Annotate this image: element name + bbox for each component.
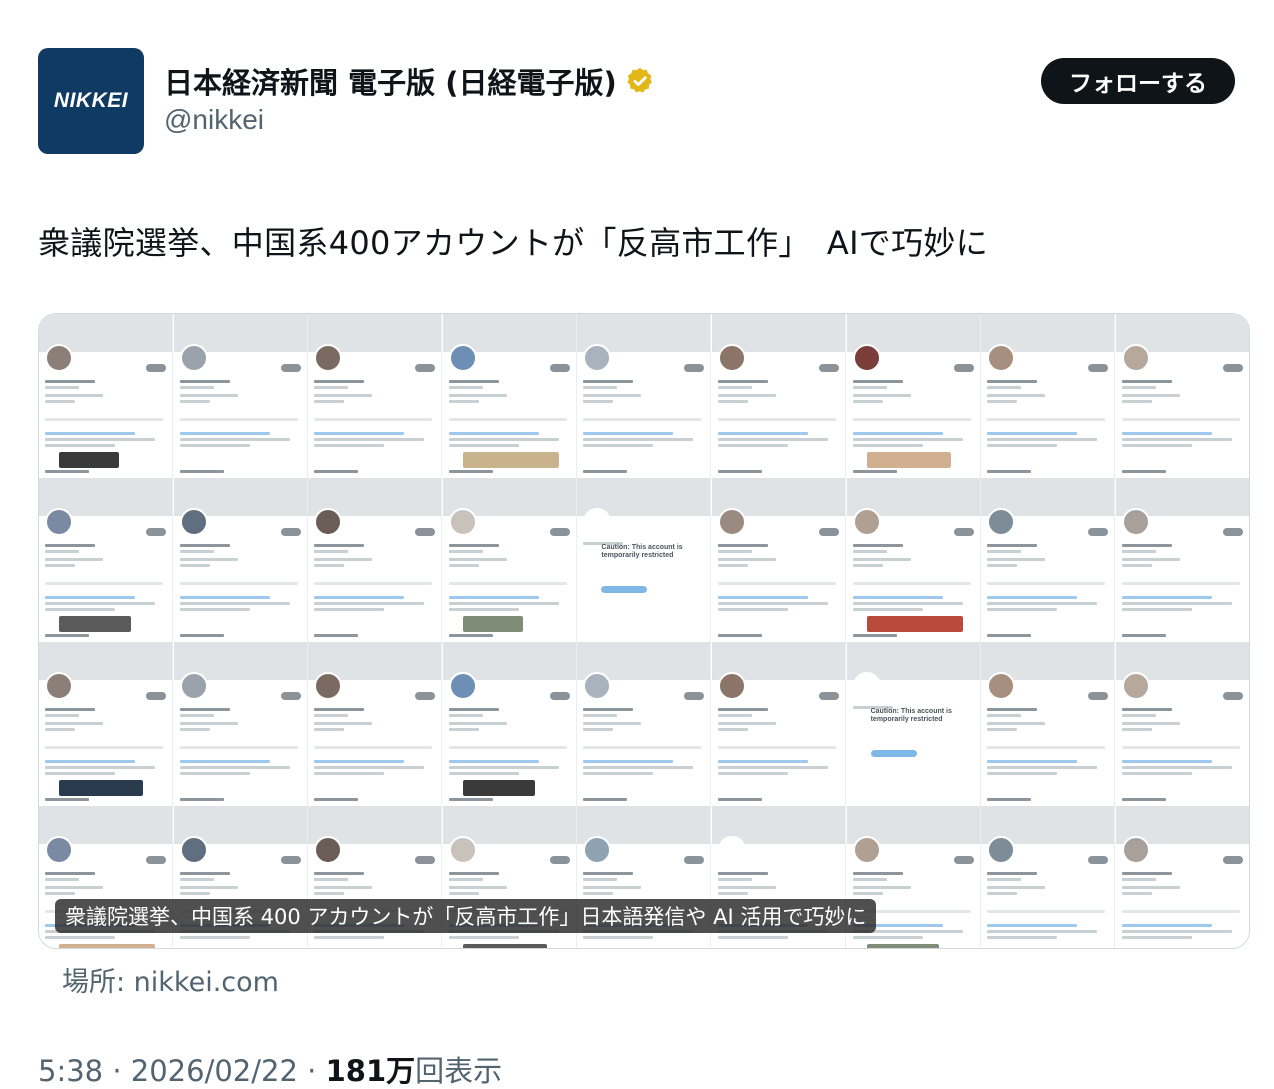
profile-thumbnail bbox=[981, 314, 1116, 478]
tweet-metadata: 5:38 · 2026/02/22 · 181万回表示 bbox=[38, 1048, 502, 1089]
screenshot-grid-image: Caution: This account is temporarily res… bbox=[39, 314, 1249, 948]
tweet-text: 衆議院選挙、中国系400アカウントが「反高市工作」 AIで巧妙に bbox=[38, 224, 989, 262]
profile-thumbnail bbox=[173, 478, 308, 642]
profile-thumbnail bbox=[577, 642, 712, 806]
profile-thumbnail bbox=[1115, 314, 1249, 478]
profile-thumbnail bbox=[308, 642, 443, 806]
timestamp[interactable]: 5:38 · 2026/02/22 · bbox=[38, 1054, 326, 1088]
profile-thumbnail bbox=[1115, 642, 1249, 806]
profile-thumbnail bbox=[173, 314, 308, 478]
profile-thumbnail bbox=[442, 314, 577, 478]
profile-thumbnail bbox=[846, 314, 981, 478]
profile-thumbnail bbox=[981, 478, 1116, 642]
views-label: 回表示 bbox=[415, 1054, 503, 1088]
display-name-text: 日本経済新聞 電子版 (日経電子版) bbox=[164, 66, 617, 100]
profile-thumbnail bbox=[442, 642, 577, 806]
profile-thumbnail bbox=[1115, 806, 1249, 948]
profile-thumbnail bbox=[442, 478, 577, 642]
profile-thumbnail bbox=[981, 642, 1116, 806]
profile-thumbnail: Caution: This account is temporarily res… bbox=[846, 642, 981, 806]
profile-thumbnail: Caution: This account is temporarily res… bbox=[577, 478, 712, 642]
profile-thumbnail bbox=[39, 314, 173, 478]
link-source[interactable]: 場所: nikkei.com bbox=[62, 960, 279, 999]
views-count: 181万 bbox=[325, 1054, 416, 1088]
profile-thumbnail bbox=[173, 642, 308, 806]
verified-badge-icon bbox=[627, 67, 652, 93]
caution-text: Caution: This account is temporarily res… bbox=[870, 708, 952, 723]
profile-thumbnail bbox=[577, 314, 712, 478]
profile-thumbnail bbox=[1115, 478, 1249, 642]
profile-thumbnail bbox=[308, 314, 443, 478]
profile-thumbnail bbox=[712, 314, 846, 478]
follow-button[interactable]: フォローする bbox=[1041, 58, 1235, 104]
profile-thumbnail bbox=[981, 806, 1116, 948]
display-name[interactable]: 日本経済新聞 電子版 (日経電子版) bbox=[164, 60, 655, 102]
profile-thumbnail bbox=[308, 478, 443, 642]
profile-thumbnail bbox=[846, 478, 981, 642]
caution-text: Caution: This account is temporarily res… bbox=[601, 544, 683, 559]
avatar-logo-text: NIKKEI bbox=[53, 89, 129, 112]
profile-thumbnail bbox=[39, 642, 173, 806]
profile-thumbnail bbox=[712, 642, 846, 806]
card-caption: 衆議院選挙、中国系 400 アカウントが「反高市工作」日本語発信や AI 活用で… bbox=[55, 899, 877, 933]
user-handle[interactable]: @nikkei bbox=[164, 104, 264, 136]
link-preview-card[interactable]: Caution: This account is temporarily res… bbox=[38, 313, 1250, 949]
profile-thumbnail bbox=[39, 478, 173, 642]
profile-thumbnail bbox=[712, 478, 846, 642]
nikkei-avatar[interactable]: NIKKEI bbox=[38, 48, 144, 154]
